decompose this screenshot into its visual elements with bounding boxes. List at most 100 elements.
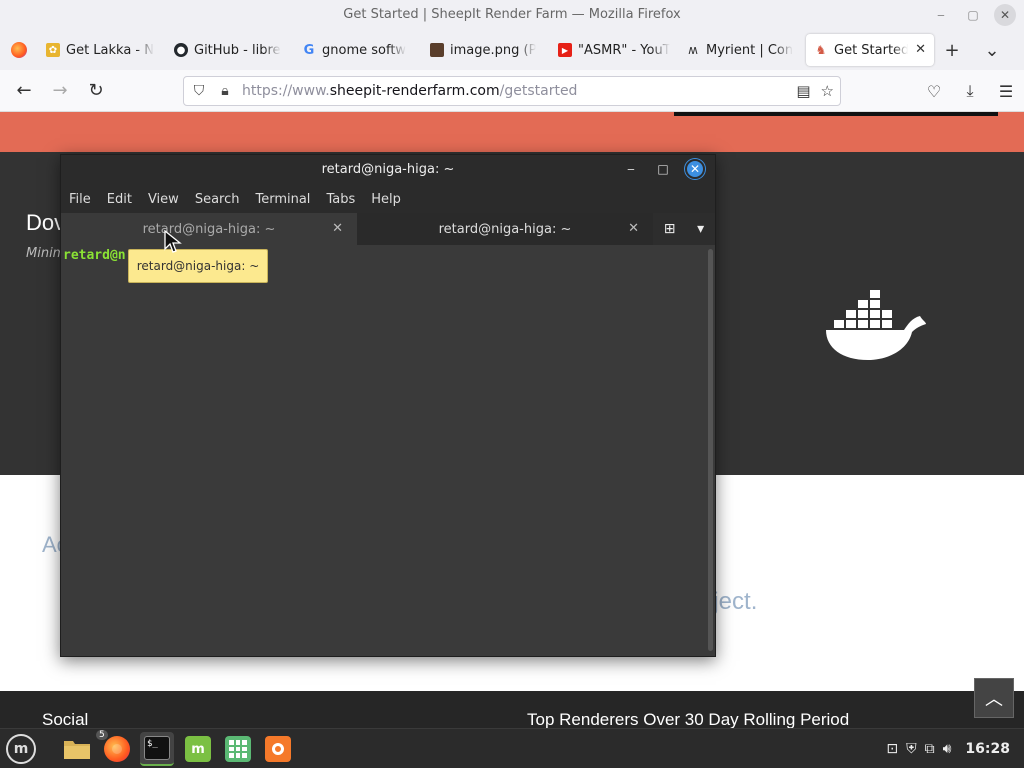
google-favicon-icon: G	[303, 42, 315, 58]
scroll-to-top-button[interactable]: ︿	[974, 678, 1014, 718]
terminal-output[interactable]: retard@n	[61, 247, 709, 656]
github-favicon-icon: ●	[174, 43, 188, 57]
tab-github[interactable]: ● GitHub - libre	[166, 34, 294, 66]
folder-icon	[64, 741, 90, 759]
window-title: Get Started | SheepIt Render Farm — Mozi…	[343, 7, 681, 22]
menu-view[interactable]: View	[148, 192, 187, 207]
terminal-tab-label: retard@niga-higa: ~	[438, 221, 572, 237]
shell-prompt: retard@n	[63, 248, 126, 263]
menu-file[interactable]: File	[69, 192, 99, 207]
terminal-maximize-icon[interactable]: □	[653, 159, 673, 179]
tab-myrient[interactable]: ʍ Myrient | Con	[678, 34, 806, 66]
system-tray: ⊡ ⛨ ⧉ 🔊︎ 16:28	[886, 729, 1024, 768]
close-tab-icon[interactable]: ✕	[628, 221, 639, 236]
terminal-tab-label: retard@niga-higa: ~	[142, 221, 276, 237]
terminal-tab-bar: retard@niga-higa: ~ ✕ retard@niga-higa: …	[61, 213, 715, 245]
volume-icon[interactable]: 🔊︎	[943, 741, 952, 757]
window-count-badge: 5	[96, 730, 108, 740]
firefox-icon	[104, 736, 130, 762]
update-manager-icon[interactable]: ⊡	[886, 741, 898, 757]
minimize-button[interactable]: ‒	[930, 4, 952, 26]
reload-button[interactable]: ↻	[78, 73, 114, 109]
menu-edit[interactable]: Edit	[107, 192, 140, 207]
terminal-tab-1[interactable]: retard@niga-higa: ~ ✕	[61, 213, 357, 245]
window-titlebar: Get Started | SheepIt Render Farm — Mozi…	[0, 0, 1024, 30]
maximize-button[interactable]: ▢	[962, 4, 984, 26]
taskbar: m 5 $_ m ⊡ ⛨ ⧉ 🔊︎ 16:28	[0, 728, 1024, 768]
terminal-close-icon[interactable]: ✕	[685, 159, 705, 179]
close-window-button[interactable]: ✕	[994, 4, 1016, 26]
tab-label: Get Lakka - N	[66, 42, 154, 58]
close-tab-icon[interactable]: ✕	[332, 221, 343, 236]
window-controls: ‒ ▢ ✕	[930, 0, 1016, 30]
docker-whale-icon[interactable]	[824, 288, 928, 364]
url-bar[interactable]: ⛉ 🔒︎ https://www. sheepit-renderfarm.com…	[183, 76, 841, 106]
url-host: sheepit-renderfarm.com	[329, 83, 500, 99]
tab-lakka[interactable]: ✿ Get Lakka - N	[38, 34, 166, 66]
firefox-launcher[interactable]: 5	[96, 730, 134, 766]
lakka-favicon-icon: ✿	[46, 43, 60, 57]
tab-tooltip: retard@niga-higa: ~	[128, 249, 268, 283]
firefox-icon	[11, 42, 27, 58]
start-menu-button[interactable]: m	[4, 732, 38, 766]
spreadsheet-icon	[225, 736, 251, 762]
tab-bar: ✿ Get Lakka - N ● GitHub - libre G gnome…	[0, 30, 1024, 70]
pocket-icon[interactable]: ♡	[920, 82, 948, 101]
terminal-window[interactable]: retard@niga-higa: ~ ‒ □ ✕ File Edit View…	[60, 154, 716, 657]
clock[interactable]: 16:28	[965, 741, 1010, 757]
tab-google[interactable]: G gnome softw	[294, 34, 422, 66]
terminal-icon: $_	[144, 736, 170, 760]
tab-get-started[interactable]: ♞ Get Started ✕	[806, 34, 934, 66]
menu-tabs[interactable]: Tabs	[326, 192, 363, 207]
new-tab-icon[interactable]: ⊞	[664, 221, 676, 237]
tab-label: GitHub - libre	[194, 42, 281, 58]
myrient-favicon-icon: ʍ	[688, 43, 698, 57]
footer-social-heading: Social	[42, 710, 89, 728]
back-button[interactable]: ←	[6, 73, 42, 109]
shield-icon[interactable]: ⛉	[184, 83, 214, 99]
header-band-strip	[674, 112, 998, 116]
list-all-tabs-button[interactable]: ⌄	[974, 30, 1010, 70]
software-manager-launcher[interactable]: m	[181, 732, 215, 766]
terminal-scrollbar[interactable]	[708, 249, 713, 651]
menu-help[interactable]: Help	[371, 192, 409, 207]
tab-image[interactable]: image.png (P	[422, 34, 550, 66]
terminal-minimize-icon[interactable]: ‒	[621, 159, 641, 179]
terminal-launcher[interactable]: $_	[140, 732, 174, 766]
youtube-favicon-icon: ▶	[558, 43, 572, 57]
navigation-toolbar: ← → ↻ ⛉ 🔒︎ https://www. sheepit-renderfa…	[0, 70, 1024, 112]
spreadsheet-launcher[interactable]	[221, 732, 255, 766]
hamburger-menu-icon[interactable]: ☰	[992, 82, 1020, 101]
bookmark-star-icon[interactable]: ☆	[821, 82, 834, 100]
close-tab-icon[interactable]: ✕	[915, 42, 926, 57]
sheepit-favicon-icon: ♞	[815, 43, 827, 57]
network-icon[interactable]: ⧉	[925, 741, 935, 757]
header-band	[0, 112, 1024, 152]
lock-icon[interactable]: 🔒︎	[214, 83, 236, 99]
terminal-title: retard@niga-higa: ~	[321, 162, 455, 177]
firefox-view-button[interactable]	[0, 30, 38, 70]
tab-label: gnome softw	[322, 42, 407, 58]
image-favicon-icon	[430, 43, 444, 57]
forward-button[interactable]: →	[42, 73, 78, 109]
tab-youtube[interactable]: ▶ "ASMR" - YouT	[550, 34, 678, 66]
url-prefix: https://www.	[242, 83, 330, 99]
menu-terminal[interactable]: Terminal	[255, 192, 318, 207]
files-launcher[interactable]	[60, 732, 94, 766]
shield-tray-icon[interactable]: ⛨	[906, 741, 917, 757]
terminal-tab-2[interactable]: retard@niga-higa: ~ ✕	[357, 213, 653, 245]
url-path: /getstarted	[499, 83, 578, 99]
downloads-icon[interactable]: ⤓	[956, 81, 984, 101]
terminal-titlebar[interactable]: retard@niga-higa: ~ ‒ □ ✕	[61, 155, 715, 185]
menu-search[interactable]: Search	[195, 192, 248, 207]
linux-mint-logo-icon: m	[6, 734, 36, 764]
mouse-cursor-icon	[164, 230, 182, 253]
footer-top-renderers-heading: Top Renderers Over 30 Day Rolling Period	[527, 710, 850, 728]
new-tab-button[interactable]: +	[934, 30, 970, 70]
reader-view-icon[interactable]: ▤	[796, 82, 810, 100]
tab-list-dropdown-icon[interactable]: ▾	[697, 221, 704, 237]
terminal-menubar: File Edit View Search Terminal Tabs Help	[61, 185, 715, 213]
blender-launcher[interactable]	[261, 732, 295, 766]
tab-label: image.png (P	[450, 42, 537, 58]
tab-label: Myrient | Con	[706, 42, 794, 58]
